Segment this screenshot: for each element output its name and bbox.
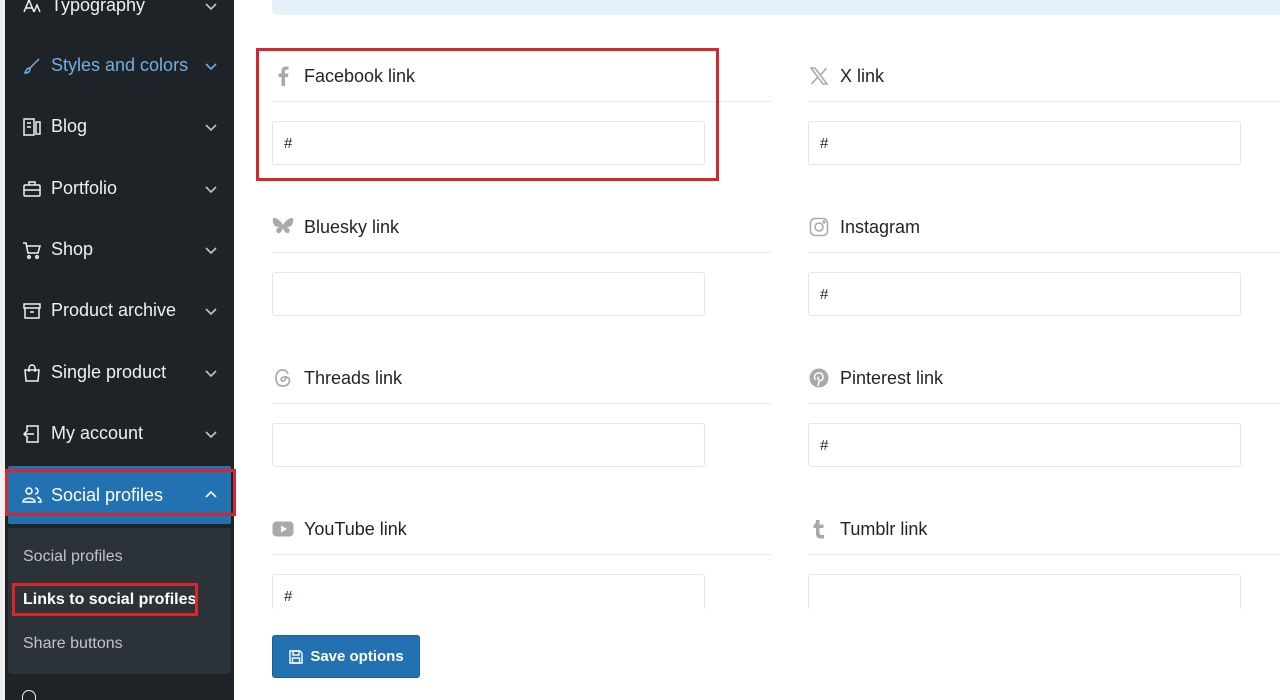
cart-icon: [22, 240, 42, 260]
chevron-down-icon: [205, 369, 217, 377]
divider: [272, 101, 771, 102]
chevron-down-icon: [205, 246, 217, 254]
field-label-text: Threads link: [304, 367, 403, 388]
chevron-up-icon: [205, 490, 217, 498]
sidebar-item-label: Typography: [51, 0, 146, 15]
sidebar-item-typography[interactable]: Typography: [5, 0, 234, 36]
divider: [272, 554, 771, 555]
divider: [808, 403, 1280, 404]
divider: [808, 101, 1280, 102]
field-label-text: Tumblr link: [840, 518, 928, 539]
sidebar-item-label: Styles and colors: [51, 55, 189, 75]
threads-link-input[interactable]: [272, 423, 705, 467]
x-icon: [808, 65, 830, 87]
field-label-bluesky: Bluesky link: [272, 212, 399, 242]
threads-icon: [272, 367, 294, 389]
tumblr-icon: [808, 518, 830, 540]
submenu: Social profiles Links to social profiles…: [8, 528, 231, 674]
sidebar-item-portfolio[interactable]: Portfolio: [5, 158, 234, 219]
sidebar-item-label: Single product: [51, 362, 167, 382]
sidebar: Typography Styles and colors Blog Portfo…: [0, 0, 234, 700]
login-icon: [22, 424, 42, 444]
typography-icon: [22, 0, 42, 16]
chevron-down-icon: [205, 430, 217, 438]
field-label-x: X link: [808, 61, 884, 91]
pinterest-icon: [808, 367, 830, 389]
bluesky-link-input[interactable]: [272, 272, 705, 316]
submenu-item-share-buttons[interactable]: Share buttons: [23, 635, 123, 653]
pinterest-link-input[interactable]: #: [808, 423, 1241, 467]
chevron-down-icon: [205, 123, 217, 131]
field-label-text: YouTube link: [304, 518, 407, 539]
chevron-down-icon: [205, 2, 217, 10]
save-icon: [289, 649, 304, 664]
sidebar-item-my-account[interactable]: My account: [5, 403, 234, 464]
field-label-pinterest: Pinterest link: [808, 363, 943, 393]
sidebar-item-label: Social profiles: [51, 484, 164, 505]
sidebar-item-social-profiles[interactable]: Social profiles: [8, 466, 231, 524]
save-options-button[interactable]: Save options: [272, 635, 420, 678]
facebook-link-input[interactable]: #: [272, 121, 705, 165]
divider: [272, 403, 771, 404]
youtube-icon: [272, 518, 294, 540]
field-label-youtube: YouTube link: [272, 514, 407, 544]
chevron-down-icon: [205, 307, 217, 315]
blog-icon: [22, 117, 42, 137]
facebook-icon: [272, 65, 294, 87]
field-label-tumblr: Tumblr link: [808, 514, 927, 544]
divider: [272, 252, 771, 253]
sidebar-item-product-archive[interactable]: Product archive: [5, 280, 234, 341]
sidebar-item-shop[interactable]: Shop: [5, 219, 234, 280]
sidebar-item-label: My account: [51, 423, 144, 443]
chevron-down-icon: [205, 185, 217, 193]
field-label-text: Pinterest link: [840, 367, 944, 388]
sidebar-item-label: Shop: [51, 239, 94, 259]
sidebar-item-blog[interactable]: Blog: [5, 96, 234, 157]
tumblr-link-input[interactable]: [808, 574, 1241, 609]
briefcase-icon: [22, 179, 42, 199]
chevron-down-icon: [205, 62, 217, 70]
sidebar-item-styles[interactable]: Styles and colors: [5, 35, 234, 96]
instagram-link-input[interactable]: #: [808, 272, 1241, 316]
sidebar-item-single-product[interactable]: Single product: [5, 342, 234, 403]
field-label-facebook: Facebook link: [272, 61, 415, 91]
instagram-icon: [808, 216, 830, 238]
bluesky-icon: [272, 216, 294, 238]
users-icon: [22, 485, 42, 505]
field-label-text: Instagram: [840, 216, 921, 237]
submenu-item-social-profiles[interactable]: Social profiles: [23, 548, 123, 566]
social-links-form: Facebook link # X link # Bluesky link In…: [234, 0, 1280, 609]
x-link-input[interactable]: #: [808, 121, 1241, 165]
field-label-text: Facebook link: [304, 65, 416, 86]
divider: [808, 554, 1280, 555]
next-item-icon: [22, 690, 36, 700]
save-options-label: Save options: [310, 648, 404, 665]
field-label-text: Bluesky link: [304, 216, 400, 237]
field-label-text: X link: [840, 65, 885, 86]
divider: [808, 252, 1280, 253]
field-label-instagram: Instagram: [808, 212, 920, 242]
field-label-threads: Threads link: [272, 363, 402, 393]
submenu-item-links-to-social-profiles[interactable]: Links to social profiles: [23, 591, 196, 609]
youtube-link-input[interactable]: #: [272, 574, 705, 609]
brush-icon: [22, 56, 42, 76]
bag-icon: [22, 363, 42, 383]
sidebar-item-label: Portfolio: [51, 178, 118, 198]
sidebar-item-label: Product archive: [51, 300, 177, 320]
sidebar-item-label: Blog: [51, 116, 88, 136]
archive-icon: [22, 301, 42, 321]
